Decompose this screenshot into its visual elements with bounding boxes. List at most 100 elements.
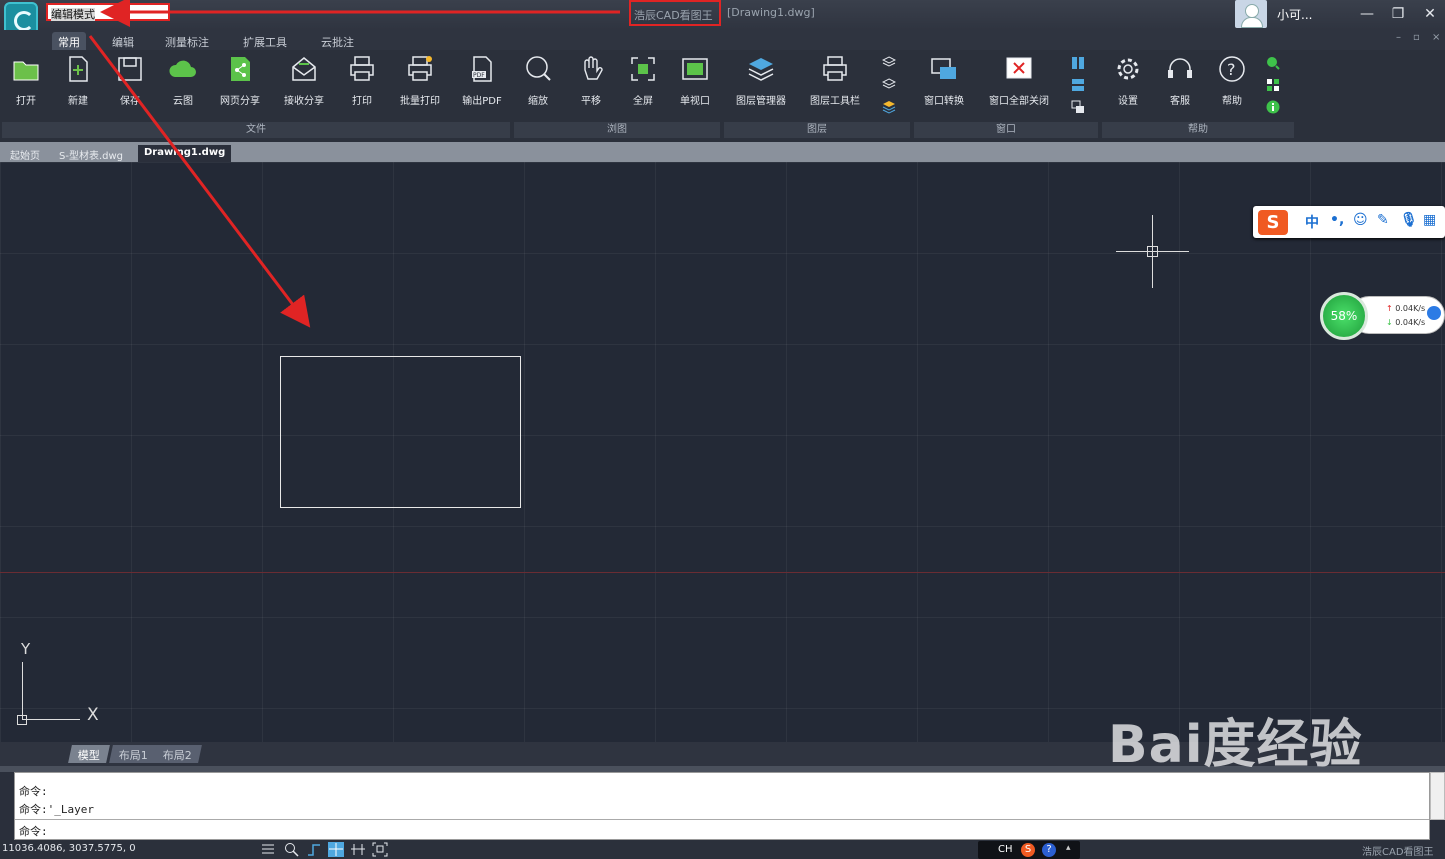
ucs-y-label: Y [21, 640, 31, 658]
cursor-coordinates: 11036.4086, 3037.5775, 0 [2, 843, 136, 854]
new-button[interactable]: 新建 [58, 54, 98, 114]
drawn-rectangle[interactable] [280, 356, 521, 508]
ortho-icon[interactable] [306, 842, 322, 857]
sogou-tray-icon[interactable]: S [1021, 843, 1035, 857]
group-view: 浏图 [514, 122, 720, 138]
layers-icon [748, 58, 774, 81]
info-icon[interactable] [1266, 100, 1280, 114]
batch-print-label: 批量打印 [400, 96, 440, 107]
restore-button[interactable]: ❐ [1387, 4, 1409, 24]
zoom-button[interactable]: 缩放 [520, 54, 556, 114]
tab-common[interactable]: 常用 [52, 32, 86, 50]
receive-share-button[interactable]: 接收分享 [278, 54, 330, 114]
cloud-drawing-button[interactable]: 云图 [163, 54, 203, 114]
help-tray-icon[interactable]: ? [1042, 843, 1056, 857]
share-icon [231, 57, 250, 81]
help-button[interactable]: ? 帮助 [1214, 54, 1250, 114]
receive-share-label: 接收分享 [284, 96, 324, 107]
ime-language-indicator[interactable]: CH [998, 844, 1013, 855]
doc-restore-icon[interactable]: ▫ [1413, 32, 1420, 43]
svg-text:?: ? [1227, 60, 1236, 79]
snap-icon[interactable] [328, 842, 344, 857]
pan-button[interactable]: 平移 [573, 54, 609, 114]
tab-profile-table[interactable]: S-型材表.dwg [53, 145, 129, 162]
tab-measure[interactable]: 测量标注 [159, 32, 215, 50]
batch-printer-icon [408, 56, 432, 81]
command-scrollbar[interactable] [1430, 772, 1445, 820]
cascade-icon[interactable] [1071, 100, 1085, 114]
close-all-windows-button[interactable]: 窗口全部关闭 [981, 54, 1057, 114]
batch-print-button[interactable]: 批量打印 [394, 54, 446, 114]
document-title: [Drawing1.dwg] [727, 6, 815, 19]
sogou-logo-icon[interactable]: S [1258, 210, 1288, 235]
web-share-button[interactable]: 网页分享 [214, 54, 266, 114]
ime-toolbar[interactable]: S 中 •, ☺ ✎ 🎙 ▦ [1253, 206, 1445, 238]
edit-mode-label[interactable]: 编辑模式 [46, 3, 170, 21]
doc-minimize-icon[interactable]: – [1396, 32, 1401, 43]
help-icon: ? [1219, 56, 1245, 82]
open-button[interactable]: 打开 [6, 54, 46, 114]
apps-grid-icon[interactable] [1266, 78, 1280, 92]
fullscreen-button[interactable]: 全屏 [625, 54, 661, 114]
tab-start-page[interactable]: 起始页 [4, 145, 46, 162]
command-input[interactable]: 命令: [15, 819, 1429, 839]
viewport-fit-icon[interactable] [372, 842, 388, 857]
group-file: 文件 [2, 122, 510, 138]
download-speed: ↓ 0.04K/s [1386, 318, 1426, 327]
tab-drawing1[interactable]: Drawing1.dwg [138, 145, 232, 162]
emoji-icon[interactable]: ☺ [1353, 212, 1368, 228]
pen-icon[interactable]: ✎ [1377, 212, 1389, 228]
ime-tray[interactable]: CH S ? ▴ [978, 841, 1080, 859]
tab-layout1[interactable]: 布局1 [109, 745, 158, 763]
drawing-canvas[interactable]: X Y S 中 •, ☺ ✎ 🎙 ▦ 58% ↑ 0.04K/s ↓ 0.04K… [0, 162, 1445, 742]
user-avatar-icon[interactable] [1235, 0, 1267, 28]
tab-edit[interactable]: 编辑 [106, 32, 140, 50]
tray-expand-icon[interactable]: ▴ [1066, 843, 1071, 853]
zoom-green-icon[interactable] [1266, 56, 1280, 70]
tile-horizontal-icon[interactable] [1071, 78, 1085, 92]
layer-manager-button[interactable]: 图层管理器 [730, 54, 792, 114]
new-label: 新建 [68, 96, 88, 107]
status-app-name: 浩辰CAD看图王 [1362, 847, 1434, 858]
window-switch-label: 窗口转换 [924, 96, 964, 107]
track-icon[interactable] [350, 842, 366, 857]
toolbox-icon[interactable]: ▦ [1423, 212, 1436, 228]
save-label: 保存 [120, 96, 140, 107]
support-button[interactable]: 客服 [1162, 54, 1198, 114]
single-viewport-button[interactable]: 单视口 [674, 54, 716, 114]
grid-display-icon[interactable] [260, 842, 276, 857]
speedup-icon[interactable] [1427, 306, 1441, 320]
window-switch-button[interactable]: 窗口转换 [918, 54, 970, 114]
close-button[interactable]: ✕ [1419, 4, 1441, 24]
tile-vertical-icon[interactable] [1071, 56, 1085, 70]
minimize-button[interactable]: — [1356, 4, 1378, 24]
network-speed-widget[interactable]: 58% ↑ 0.04K/s ↓ 0.04K/s [1320, 292, 1445, 340]
ucs-y-axis [22, 662, 23, 720]
group-layer: 图层 [724, 122, 910, 138]
zoom-window-icon[interactable] [284, 842, 300, 857]
tab-layout2[interactable]: 布局2 [153, 745, 202, 763]
baidu-watermark-url: jingyan.baidu.com [1112, 792, 1334, 820]
ribbon-toolbar: 打开 新建 保存 云图 网页分享 接收分享 打印 批量打印 PDF 输出PDF … [0, 50, 1445, 142]
save-button[interactable]: 保存 [110, 54, 150, 114]
export-pdf-button[interactable]: PDF 输出PDF [457, 54, 507, 114]
layer-off-icon[interactable] [882, 56, 896, 70]
memory-usage-ball[interactable]: 58% [1320, 292, 1368, 340]
print-button[interactable]: 打印 [344, 54, 380, 114]
layer-toolbar-button[interactable]: 图层工具栏 [804, 54, 866, 114]
doc-close-icon[interactable]: × [1432, 32, 1440, 43]
ime-punctuation-toggle[interactable]: •, [1330, 212, 1344, 228]
svg-text:PDF: PDF [473, 72, 485, 79]
tab-extend-tools[interactable]: 扩展工具 [237, 32, 293, 50]
layer-match-icon[interactable] [882, 100, 896, 114]
user-name[interactable]: 小可... [1277, 6, 1312, 23]
tab-model[interactable]: 模型 [68, 745, 110, 763]
folder-icon [13, 61, 39, 81]
receive-mail-icon [292, 57, 316, 81]
ime-language-toggle[interactable]: 中 [1305, 212, 1319, 232]
settings-button[interactable]: 设置 [1110, 54, 1146, 114]
layer-lock-icon[interactable] [882, 78, 896, 92]
tab-cloud-annotate[interactable]: 云批注 [315, 32, 360, 50]
microphone-icon[interactable]: 🎙 [1400, 212, 1418, 228]
group-window: 窗口 [914, 122, 1098, 138]
